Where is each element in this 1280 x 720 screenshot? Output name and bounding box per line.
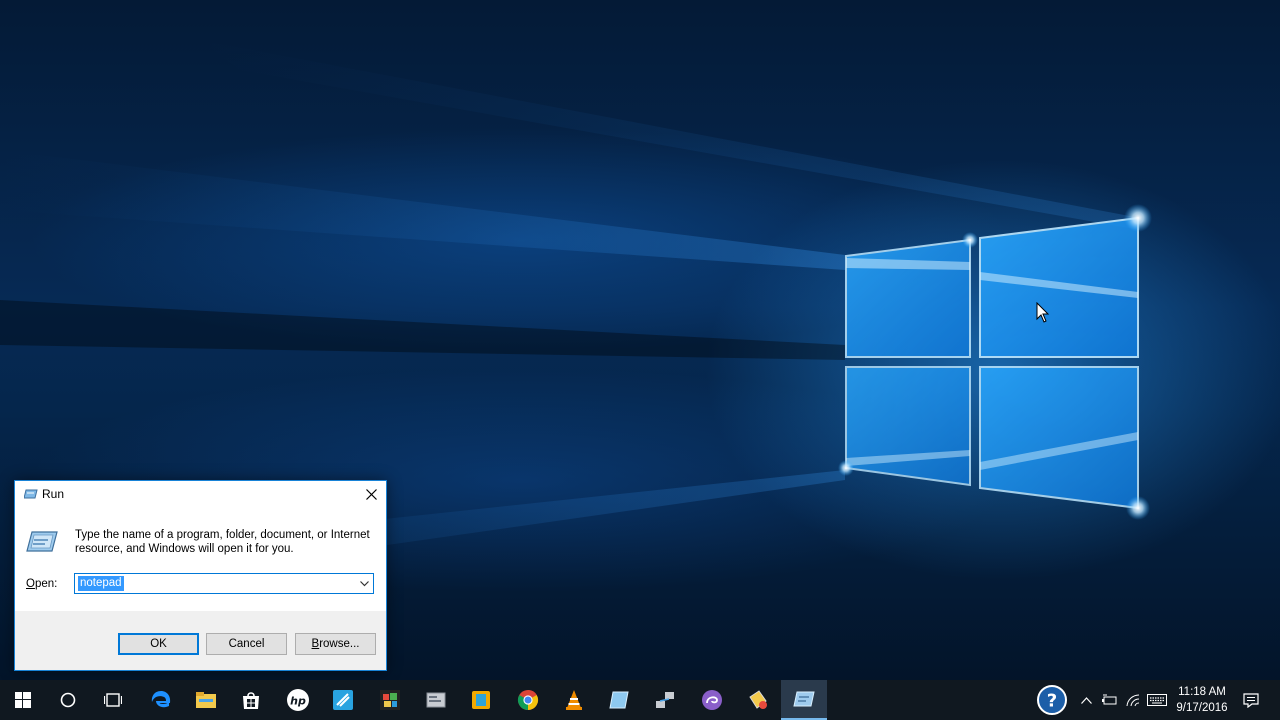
app-icon [749,690,767,709]
run-title: Run [42,487,65,501]
taskbar-app-5[interactable] [596,680,642,720]
battery-button[interactable] [1098,680,1120,720]
taskbar-app-6[interactable] [642,680,688,720]
windows-start-icon [15,692,31,708]
taskbar-file-explorer[interactable] [183,680,229,720]
hp-icon: hp [287,689,309,711]
run-description: Type the name of a program, folder, docu… [75,529,370,555]
run-titlebar[interactable]: Run [15,481,386,508]
app-icon [609,691,629,709]
cortana-search-icon [60,692,76,708]
open-input[interactable]: notepad [78,576,124,591]
taskbar-clock[interactable]: 11:18 AM 9/17/2016 [1170,684,1234,716]
taskbar-app-4[interactable] [458,680,504,720]
app-icon [333,690,353,710]
taskbar-app-8[interactable] [735,680,781,720]
edge-icon [151,691,171,708]
open-label: Open: [26,578,57,590]
run-icon [24,489,38,499]
chevron-up-icon [1080,696,1092,704]
run-icon [26,531,58,552]
notification-icon [1243,692,1259,708]
taskbar-hp[interactable]: hp [275,680,321,720]
taskbar: hp ? 11:18 AM 9/17/2016 [0,680,1280,720]
mouse-cursor-icon [1036,302,1050,323]
open-combobox[interactable]: notepad [74,573,374,594]
close-icon [365,489,377,500]
show-hidden-icons-button[interactable] [1076,680,1096,720]
chevron-down-icon [359,580,369,586]
task-view-icon [104,693,122,707]
cancel-button[interactable]: Cancel [206,633,287,655]
browse-button[interactable]: Browse... [295,633,376,655]
wifi-icon [1126,693,1140,706]
help-icon[interactable]: ? [1036,684,1068,716]
task-view-button[interactable] [90,680,136,720]
taskbar-vlc[interactable] [551,680,597,720]
file-explorer-icon [196,692,216,708]
torrent-icon [702,690,722,710]
browse-accelerator: B [311,638,320,650]
taskbar-app-7[interactable] [689,680,735,720]
keyboard-button[interactable] [1146,680,1168,720]
app-icon [472,691,490,709]
action-center-button[interactable] [1238,680,1264,720]
taskbar-app-2[interactable] [367,680,413,720]
taskbar-store[interactable] [228,680,274,720]
taskbar-edge[interactable] [138,680,184,720]
taskbar-chrome[interactable] [505,680,551,720]
taskbar-app-1[interactable] [320,680,366,720]
browse-label-text: rowse... [319,638,360,650]
open-label-text: pen: [34,578,58,590]
keyboard-icon [1147,694,1167,706]
clock-date: 9/17/2016 [1176,702,1228,714]
settings-app-icon [426,692,446,708]
close-button[interactable] [356,481,386,508]
vlc-icon [566,690,582,710]
svg-text:hp: hp [290,695,306,708]
wifi-button[interactable] [1122,680,1144,720]
chrome-icon [517,689,539,711]
open-label-accelerator: O [26,578,35,590]
run-dialog[interactable]: Run Type the name of a program, folder, … [14,480,387,671]
photo-app-icon [380,690,400,710]
store-icon [243,692,259,709]
taskbar-run[interactable] [781,680,827,720]
run-body: Type the name of a program, folder, docu… [15,508,386,611]
start-button[interactable] [0,680,46,720]
run-icon [793,691,815,707]
svg-text:?: ? [1047,691,1057,712]
cortana-button[interactable] [45,680,91,720]
network-app-icon [656,692,674,708]
ok-button[interactable]: OK [118,633,199,655]
taskbar-app-3[interactable] [413,680,459,720]
open-dropdown-button[interactable] [357,576,371,591]
clock-time: 11:18 AM [1178,686,1226,698]
battery-icon [1102,694,1117,705]
